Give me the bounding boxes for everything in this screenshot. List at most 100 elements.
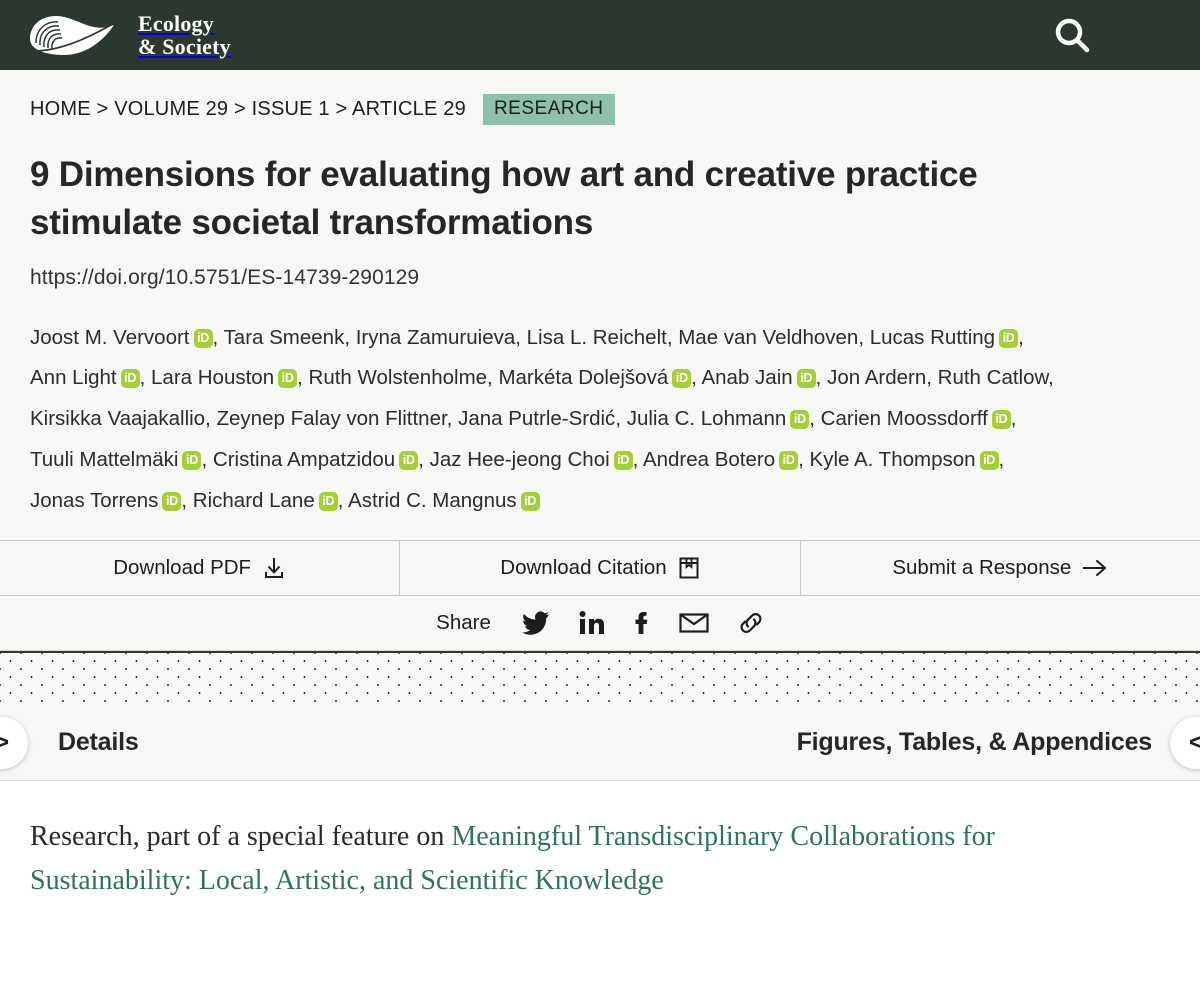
author-entry: Kyle A. Thompson iD (810, 448, 999, 471)
orcid-id-icon[interactable]: iD (790, 410, 810, 430)
orcid-id-icon[interactable]: iD (520, 491, 540, 511)
author-name[interactable]: Cristina Ampatzidou (213, 448, 395, 471)
author-name[interactable]: Tara Smeenk (224, 326, 345, 349)
orcid-id-icon[interactable]: iD (999, 328, 1019, 348)
author-entry: Iryna Zamuruieva (356, 326, 516, 349)
author-name[interactable]: Astrid C. Mangnus (348, 489, 517, 512)
author-entry: Richard Lane iD (193, 489, 338, 512)
author-name[interactable]: Ann Light (30, 366, 117, 389)
author-name[interactable]: Richard Lane (193, 489, 315, 512)
author-entry: Jonas Torrens iD (30, 489, 182, 512)
author-name[interactable]: Ruth Catlow (938, 366, 1049, 389)
special-feature-prefix: Research, part of a special feature on (30, 820, 452, 852)
orcid-id-icon[interactable]: iD (120, 369, 140, 389)
author-entry: Zeynep Falay von Flittner (217, 407, 447, 430)
author-name[interactable]: Lara Houston (151, 366, 274, 389)
breadcrumb: HOME > VOLUME 29 > ISSUE 1 > ARTICLE 29 … (30, 94, 1170, 125)
author-name[interactable]: Kyle A. Thompson (810, 448, 976, 471)
menu-button[interactable] (1124, 18, 1172, 53)
author-name[interactable]: Carien Moossdorff (821, 407, 988, 430)
share-email-button[interactable] (679, 611, 709, 635)
leaf-fingerprint-icon (30, 15, 117, 56)
author-entry: Anab Jain iD (701, 366, 816, 389)
author-name[interactable]: Andrea Botero (643, 448, 775, 471)
orcid-id-icon[interactable]: iD (796, 369, 816, 389)
author-name[interactable]: Lucas Rutting (870, 326, 995, 349)
download-citation-button[interactable]: Download Citation (400, 540, 801, 595)
article-action-bar: Download PDF Download Citation Submit a … (0, 539, 1200, 596)
share-label: Share (436, 610, 491, 634)
arrow-right-icon (1083, 559, 1107, 576)
download-citation-label: Download Citation (500, 555, 667, 579)
author-entry: Tara Smeenk (224, 326, 345, 349)
author-name[interactable]: Markéta Dolejšová (498, 366, 668, 389)
author-entry: Lara Houston iD (151, 366, 298, 389)
author-name[interactable]: Ruth Wolstenholme (309, 366, 488, 389)
article-tab-bar: > Details Figures, Tables, & Appendices … (0, 705, 1200, 781)
author-entry: Kirsikka Vaajakallio (30, 407, 205, 430)
author-name[interactable]: Julia C. Lohmann (627, 407, 787, 430)
author-entry: Jana Putrle-Srdić (458, 407, 615, 430)
site-logo[interactable]: Ecology & Society (22, 9, 231, 61)
breadcrumb-trail[interactable]: HOME > VOLUME 29 > ISSUE 1 > ARTICLE 29 (30, 98, 466, 121)
orcid-id-icon[interactable]: iD (672, 369, 692, 389)
article-doi[interactable]: https://doi.org/10.5751/ES-14739-290129 (30, 266, 1170, 290)
orcid-id-icon[interactable]: iD (991, 410, 1011, 430)
author-name[interactable]: Iryna Zamuruieva (356, 326, 516, 349)
author-entry: Lucas Rutting iD (870, 326, 1019, 349)
orcid-id-icon[interactable]: iD (318, 491, 338, 511)
author-entry: Joost M. Vervoort iD (30, 326, 213, 349)
tab-scroll-prev-button[interactable]: > (0, 716, 28, 769)
linkedin-icon (579, 610, 604, 634)
author-name[interactable]: Jana Putrle-Srdić (458, 407, 615, 430)
author-entry: Astrid C. Mangnus iD (348, 489, 540, 512)
site-title: Ecology & Society (138, 12, 231, 59)
orcid-id-icon[interactable]: iD (182, 450, 202, 470)
submit-response-button[interactable]: Submit a Response (801, 541, 1200, 595)
status-badge[interactable]: RESEARCH (482, 94, 615, 125)
share-twitter-button[interactable] (521, 610, 550, 635)
author-name[interactable]: Tuuli Mattelmäki (30, 448, 178, 471)
share-link-button[interactable] (738, 610, 764, 636)
page-title: 9 Dimensions for evaluating how art and … (30, 155, 978, 243)
search-button[interactable] (1050, 13, 1094, 57)
brand-line-2: & Society (138, 34, 231, 59)
search-icon (1055, 18, 1090, 53)
facebook-icon (635, 611, 648, 634)
orcid-id-icon[interactable]: iD (979, 450, 999, 470)
download-icon (265, 557, 284, 578)
author-name[interactable]: Joost M. Vervoort (30, 326, 190, 349)
author-name[interactable]: Jon Ardern (827, 366, 926, 389)
author-entry: Jon Ardern (827, 366, 926, 389)
author-entry: Andrea Botero iD (643, 448, 799, 471)
tab-figures-tables-appendices[interactable]: Figures, Tables, & Appendices (797, 728, 1153, 757)
orcid-id-icon[interactable]: iD (613, 450, 633, 470)
author-name[interactable]: Zeynep Falay von Flittner (217, 407, 447, 430)
twitter-icon (521, 610, 549, 635)
share-linkedin-button[interactable] (579, 610, 605, 635)
orcid-id-icon[interactable]: iD (193, 328, 213, 348)
submit-response-label: Submit a Response (892, 555, 1072, 579)
tab-details[interactable]: Details (58, 728, 139, 757)
link-icon (740, 612, 762, 633)
brand-line-1: Ecology (138, 10, 214, 36)
author-name[interactable]: Anab Jain (701, 366, 792, 389)
author-entry: Tuuli Mattelmäki iD (30, 448, 202, 471)
author-name[interactable]: Jaz Hee-jeong Choi (430, 448, 610, 471)
author-list: Joost M. Vervoort iD, Tara Smeenk, Iryna … (30, 325, 1054, 512)
tab-scroll-next-button[interactable]: < (1170, 716, 1200, 769)
orcid-id-icon[interactable]: iD (162, 491, 182, 511)
author-name[interactable]: Mae van Veldhoven (678, 326, 858, 349)
author-entry: Julia C. Lohmann iD (627, 407, 810, 430)
author-name[interactable]: Kirsikka Vaajakallio (30, 407, 205, 430)
orcid-id-icon[interactable]: iD (278, 369, 298, 389)
author-name[interactable]: Jonas Torrens (30, 489, 158, 512)
author-entry: Ruth Wolstenholme (309, 366, 488, 389)
author-name[interactable]: Lisa L. Reichelt (527, 326, 667, 349)
author-entry: Lisa L. Reichelt (527, 326, 667, 349)
download-pdf-button[interactable]: Download PDF (0, 540, 401, 595)
orcid-id-icon[interactable]: iD (779, 450, 799, 470)
share-facebook-button[interactable] (634, 611, 650, 635)
orcid-id-icon[interactable]: iD (399, 450, 419, 470)
author-entry: Mae van Veldhoven (678, 326, 858, 349)
